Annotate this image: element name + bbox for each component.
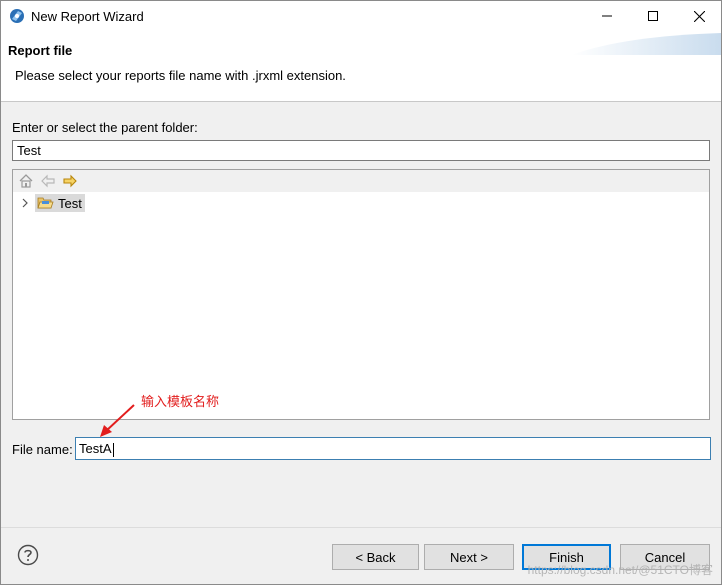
minimize-button[interactable] bbox=[584, 1, 630, 31]
close-icon bbox=[693, 10, 705, 22]
page-title: Report file bbox=[8, 43, 73, 58]
folder-tree[interactable]: Test bbox=[12, 169, 710, 420]
parent-folder-label: Enter or select the parent folder: bbox=[12, 120, 198, 135]
header-banner-decoration bbox=[571, 33, 721, 55]
home-icon[interactable] bbox=[18, 173, 34, 189]
open-folder-icon bbox=[37, 197, 54, 209]
annotation-text: 输入模板名称 bbox=[141, 394, 220, 409]
maximize-button[interactable] bbox=[630, 1, 676, 31]
button-bar-separator bbox=[1, 527, 721, 528]
chevron-right-icon[interactable] bbox=[19, 197, 31, 209]
parent-folder-input[interactable] bbox=[12, 140, 710, 161]
tree-item-selection[interactable]: Test bbox=[35, 194, 85, 212]
maximize-icon bbox=[648, 11, 658, 21]
tree-item-label: Test bbox=[58, 195, 82, 211]
annotation-arrow-icon bbox=[100, 404, 135, 437]
watermark-text: https://blog.csdn.net/@51CTO博客 bbox=[527, 563, 713, 577]
back-arrow-icon[interactable] bbox=[40, 173, 56, 189]
next-button[interactable]: Next > bbox=[424, 544, 514, 570]
eclipse-app-icon bbox=[9, 8, 25, 24]
window-title: New Report Wizard bbox=[31, 9, 144, 24]
close-button[interactable] bbox=[676, 1, 722, 31]
tree-item-test[interactable]: Test bbox=[19, 194, 85, 212]
tree-toolbar bbox=[13, 170, 709, 192]
page-description: Please select your reports file name wit… bbox=[15, 68, 346, 83]
back-button[interactable]: < Back bbox=[332, 544, 419, 570]
help-icon[interactable] bbox=[17, 544, 39, 566]
text-caret bbox=[112, 442, 114, 457]
wizard-header: Report file Please select your reports f… bbox=[1, 31, 721, 102]
forward-arrow-icon[interactable] bbox=[62, 173, 78, 189]
file-name-input[interactable]: TestA bbox=[75, 437, 711, 460]
file-name-label: File name: bbox=[12, 442, 73, 457]
minimize-icon bbox=[602, 15, 612, 17]
wizard-window: New Report Wizard Report file Please sel… bbox=[0, 0, 722, 585]
title-bar: New Report Wizard bbox=[1, 1, 721, 31]
file-name-value: TestA bbox=[79, 441, 112, 456]
